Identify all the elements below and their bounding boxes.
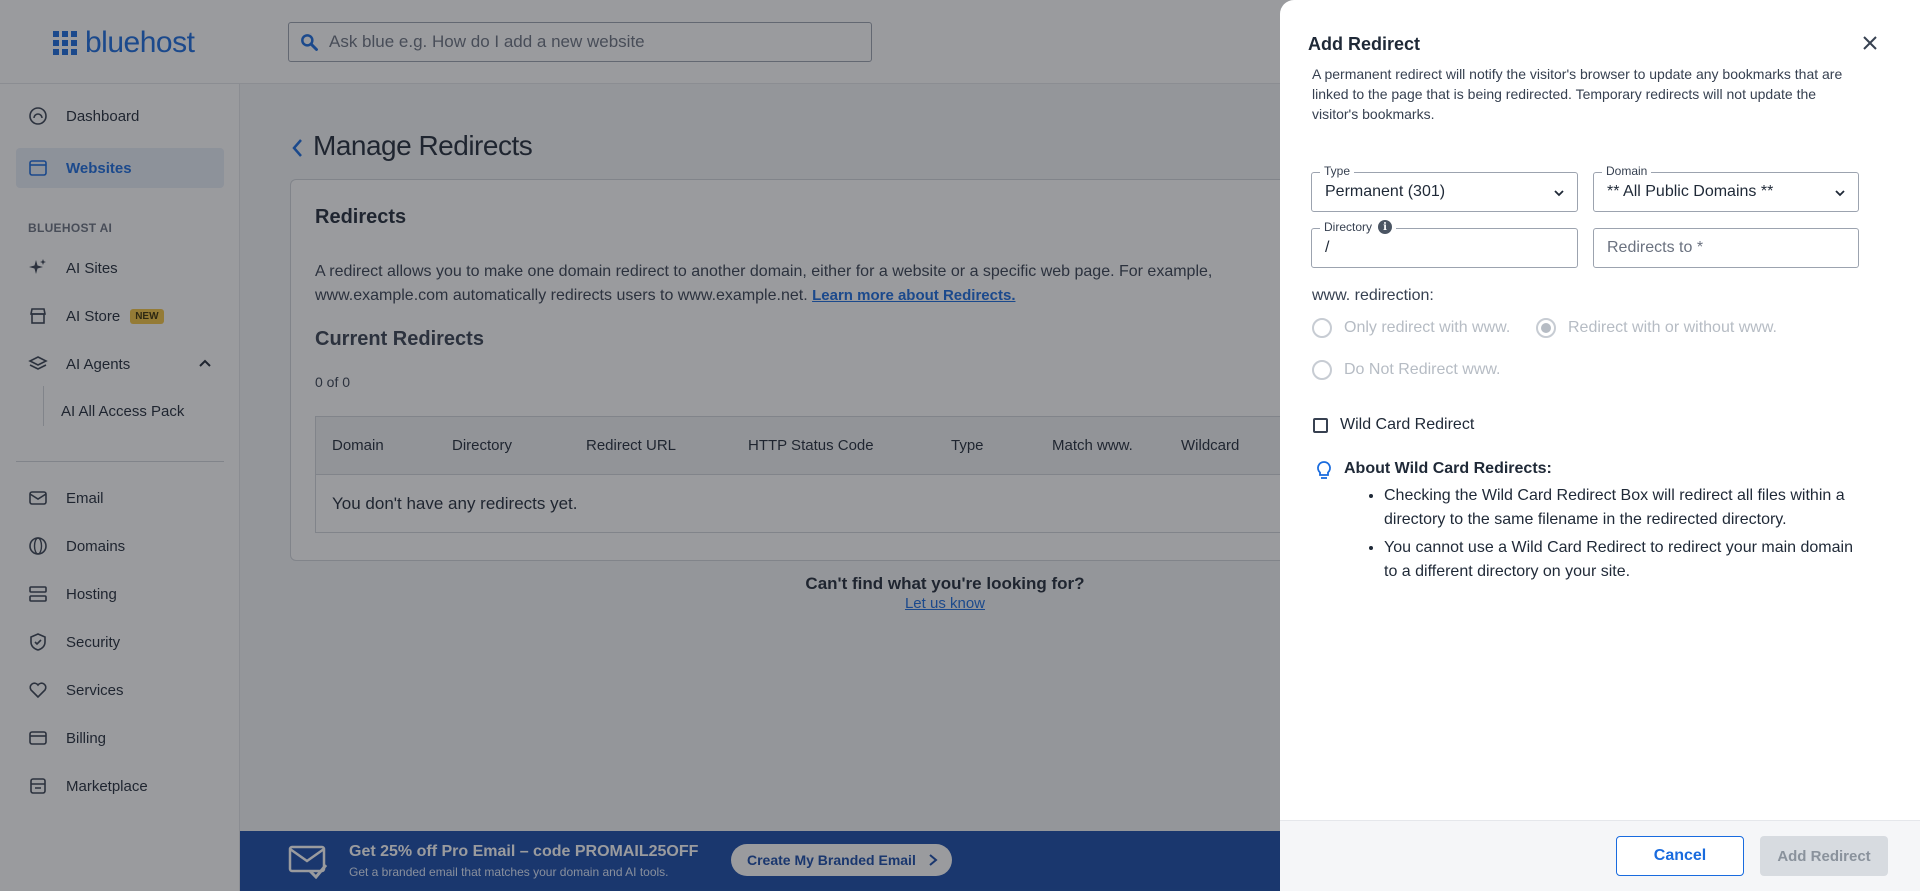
drawer-title: Add Redirect	[1308, 34, 1421, 54]
about-point: Checking the Wild Card Redirect Box will…	[1384, 484, 1864, 532]
drawer-footer: Cancel Add Redirect	[1280, 820, 1920, 891]
wildcard-redirect-checkbox[interactable]: Wild Card Redirect	[1313, 416, 1474, 434]
close-button[interactable]	[1858, 31, 1882, 55]
directory-value: /	[1325, 239, 1330, 256]
directory-label-text: Directory	[1324, 220, 1373, 234]
directory-label: Directory i	[1320, 220, 1397, 234]
add-redirect-button[interactable]: Add Redirect	[1760, 836, 1888, 876]
chevron-down-icon	[1554, 190, 1564, 197]
radio-do-not-redirect-www[interactable]: Do Not Redirect www.	[1312, 360, 1501, 380]
radio-label: Do Not Redirect www.	[1344, 361, 1501, 378]
about-point: You cannot use a Wild Card Redirect to r…	[1384, 536, 1864, 584]
radio-circle	[1312, 360, 1332, 380]
drawer-description: A permanent redirect will notify the vis…	[1312, 66, 1843, 122]
add-redirect-drawer: Add Redirect A permanent redirect will n…	[1280, 0, 1920, 891]
info-icon[interactable]: i	[1378, 220, 1393, 234]
about-list: Checking the Wild Card Redirect Box will…	[1364, 484, 1864, 588]
close-icon	[1863, 36, 1877, 50]
type-select[interactable]: Type Permanent (301)	[1311, 164, 1578, 212]
type-value: Permanent (301)	[1325, 183, 1446, 200]
chevron-down-icon	[1835, 190, 1845, 197]
radio-circle	[1312, 318, 1332, 338]
lightbulb-icon	[1317, 461, 1331, 479]
www-redirection-label: www. redirection:	[1312, 287, 1434, 304]
radio-circle-selected	[1536, 318, 1556, 338]
about-title: About Wild Card Redirects:	[1344, 460, 1552, 477]
radio-only-with-www[interactable]: Only redirect with www.	[1312, 318, 1510, 338]
type-label: Type	[1320, 164, 1355, 178]
redirects-to-placeholder: Redirects to *	[1607, 239, 1704, 256]
checkbox-label: Wild Card Redirect	[1340, 416, 1475, 433]
directory-input[interactable]: Directory i /	[1311, 220, 1578, 268]
cancel-button[interactable]: Cancel	[1616, 836, 1744, 876]
domain-label: Domain	[1602, 164, 1652, 178]
redirects-to-input[interactable]: Redirects to *	[1593, 228, 1859, 268]
radio-label: Only redirect with www.	[1344, 319, 1511, 336]
domain-select[interactable]: Domain ** All Public Domains **	[1593, 164, 1859, 212]
domain-value: ** All Public Domains **	[1607, 183, 1774, 200]
radio-label: Redirect with or without www.	[1568, 319, 1777, 336]
radio-with-or-without-www[interactable]: Redirect with or without www.	[1536, 318, 1777, 338]
checkbox-box	[1313, 417, 1328, 433]
